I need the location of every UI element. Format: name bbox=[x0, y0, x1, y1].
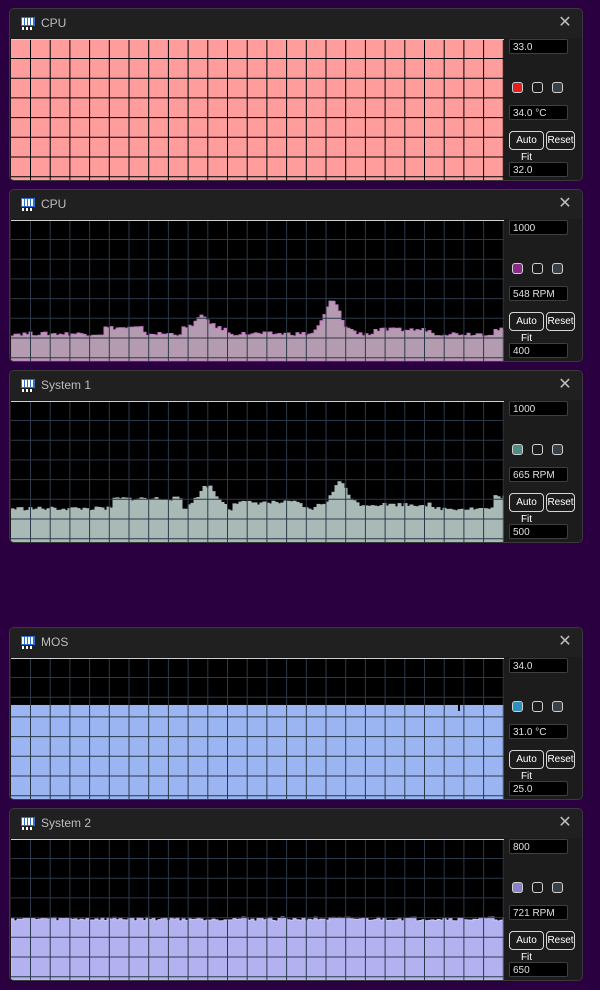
graph-canvas bbox=[11, 220, 504, 361]
color-option-2[interactable] bbox=[532, 82, 543, 93]
panel-title: System 1 bbox=[41, 378, 92, 392]
auto-fit-button[interactable]: Auto Fit bbox=[509, 131, 544, 163]
reset-button[interactable]: Reset bbox=[546, 750, 575, 769]
sensor-panel: MOS ✕ 34.0 31.0 °C Auto Fit Reset 25.0 bbox=[9, 627, 583, 800]
series-color-swatch[interactable] bbox=[512, 263, 523, 274]
auto-fit-button[interactable]: Auto Fit bbox=[509, 493, 544, 525]
sensor-panel: CPU ✕ 33.0 34.0 °C Auto Fit Reset 32.0 bbox=[9, 8, 583, 181]
graph-canvas bbox=[11, 401, 504, 542]
panel-titlebar[interactable]: System 2 ✕ bbox=[10, 809, 582, 838]
max-value-field[interactable]: 1000 bbox=[509, 401, 568, 416]
color-option-3[interactable] bbox=[552, 444, 563, 455]
close-icon[interactable]: ✕ bbox=[554, 12, 576, 34]
color-option-3[interactable] bbox=[552, 701, 563, 712]
sensor-panel: System 1 ✕ 1000 665 RPM Auto Fit Reset 5… bbox=[9, 370, 583, 543]
max-value-field[interactable]: 1000 bbox=[509, 220, 568, 235]
graph-canvas bbox=[11, 658, 504, 799]
fan-icon bbox=[21, 379, 35, 392]
sensor-graph bbox=[11, 220, 504, 361]
min-value-field[interactable]: 25.0 bbox=[509, 781, 568, 796]
min-value-field[interactable]: 650 bbox=[509, 962, 568, 977]
color-option-2[interactable] bbox=[532, 882, 543, 893]
graph-fill bbox=[11, 704, 504, 799]
graph-canvas bbox=[11, 39, 504, 180]
sensor-panel: CPU ✕ 1000 548 RPM Auto Fit Reset 400 bbox=[9, 189, 583, 362]
panel-titlebar[interactable]: MOS ✕ bbox=[10, 628, 582, 657]
max-value-field[interactable]: 800 bbox=[509, 839, 568, 854]
panel-title: CPU bbox=[41, 197, 67, 211]
reset-button[interactable]: Reset bbox=[546, 131, 575, 150]
graph-fill bbox=[11, 39, 504, 180]
auto-fit-button[interactable]: Auto Fit bbox=[509, 931, 544, 963]
close-icon[interactable]: ✕ bbox=[554, 374, 576, 396]
panel-title: MOS bbox=[41, 635, 69, 649]
series-color-swatch[interactable] bbox=[512, 701, 523, 712]
reset-button[interactable]: Reset bbox=[546, 312, 575, 331]
graph-marker bbox=[458, 704, 460, 711]
color-option-2[interactable] bbox=[532, 263, 543, 274]
graph-series bbox=[11, 300, 504, 361]
close-icon[interactable]: ✕ bbox=[554, 193, 576, 215]
graph-series bbox=[11, 916, 504, 980]
color-option-3[interactable] bbox=[552, 82, 563, 93]
sensor-graph bbox=[11, 658, 504, 799]
graph-controls: 33.0 34.0 °C Auto Fit Reset 32.0 bbox=[507, 39, 582, 180]
min-value-field[interactable]: 500 bbox=[509, 524, 568, 539]
fan-icon bbox=[21, 636, 35, 649]
reset-button[interactable]: Reset bbox=[546, 931, 575, 950]
panel-titlebar[interactable]: CPU ✕ bbox=[10, 190, 582, 219]
color-option-3[interactable] bbox=[552, 882, 563, 893]
fan-icon bbox=[21, 198, 35, 211]
color-option-2[interactable] bbox=[532, 701, 543, 712]
graph-controls: 34.0 31.0 °C Auto Fit Reset 25.0 bbox=[507, 658, 582, 799]
current-value-field: 721 RPM bbox=[509, 905, 568, 920]
min-value-field[interactable]: 32.0 bbox=[509, 162, 568, 177]
current-value-field: 34.0 °C bbox=[509, 105, 568, 120]
auto-fit-button[interactable]: Auto Fit bbox=[509, 750, 544, 782]
fan-icon bbox=[21, 817, 35, 830]
series-color-swatch[interactable] bbox=[512, 882, 523, 893]
min-value-field[interactable]: 400 bbox=[509, 343, 568, 358]
graph-controls: 1000 548 RPM Auto Fit Reset 400 bbox=[507, 220, 582, 361]
series-color-swatch[interactable] bbox=[512, 82, 523, 93]
graph-canvas bbox=[11, 839, 504, 980]
current-value-field: 548 RPM bbox=[509, 286, 568, 301]
panel-titlebar[interactable]: System 1 ✕ bbox=[10, 371, 582, 400]
sensor-graph bbox=[11, 39, 504, 180]
auto-fit-button[interactable]: Auto Fit bbox=[509, 312, 544, 344]
current-value-field: 31.0 °C bbox=[509, 724, 568, 739]
panel-title: CPU bbox=[41, 16, 67, 30]
graph-controls: 800 721 RPM Auto Fit Reset 650 bbox=[507, 839, 582, 980]
color-option-2[interactable] bbox=[532, 444, 543, 455]
sensor-graph bbox=[11, 839, 504, 980]
graph-controls: 1000 665 RPM Auto Fit Reset 500 bbox=[507, 401, 582, 542]
sensor-panel: System 2 ✕ 800 721 RPM Auto Fit Reset 65… bbox=[9, 808, 583, 981]
max-value-field[interactable]: 33.0 bbox=[509, 39, 568, 54]
current-value-field: 665 RPM bbox=[509, 467, 568, 482]
series-color-swatch[interactable] bbox=[512, 444, 523, 455]
reset-button[interactable]: Reset bbox=[546, 493, 575, 512]
fan-icon bbox=[21, 17, 35, 30]
panel-titlebar[interactable]: CPU ✕ bbox=[10, 9, 582, 38]
max-value-field[interactable]: 34.0 bbox=[509, 658, 568, 673]
close-icon[interactable]: ✕ bbox=[554, 812, 576, 834]
panel-title: System 2 bbox=[41, 816, 92, 830]
graph-series bbox=[11, 481, 504, 542]
close-icon[interactable]: ✕ bbox=[554, 631, 576, 653]
color-option-3[interactable] bbox=[552, 263, 563, 274]
sensor-graph bbox=[11, 401, 504, 542]
